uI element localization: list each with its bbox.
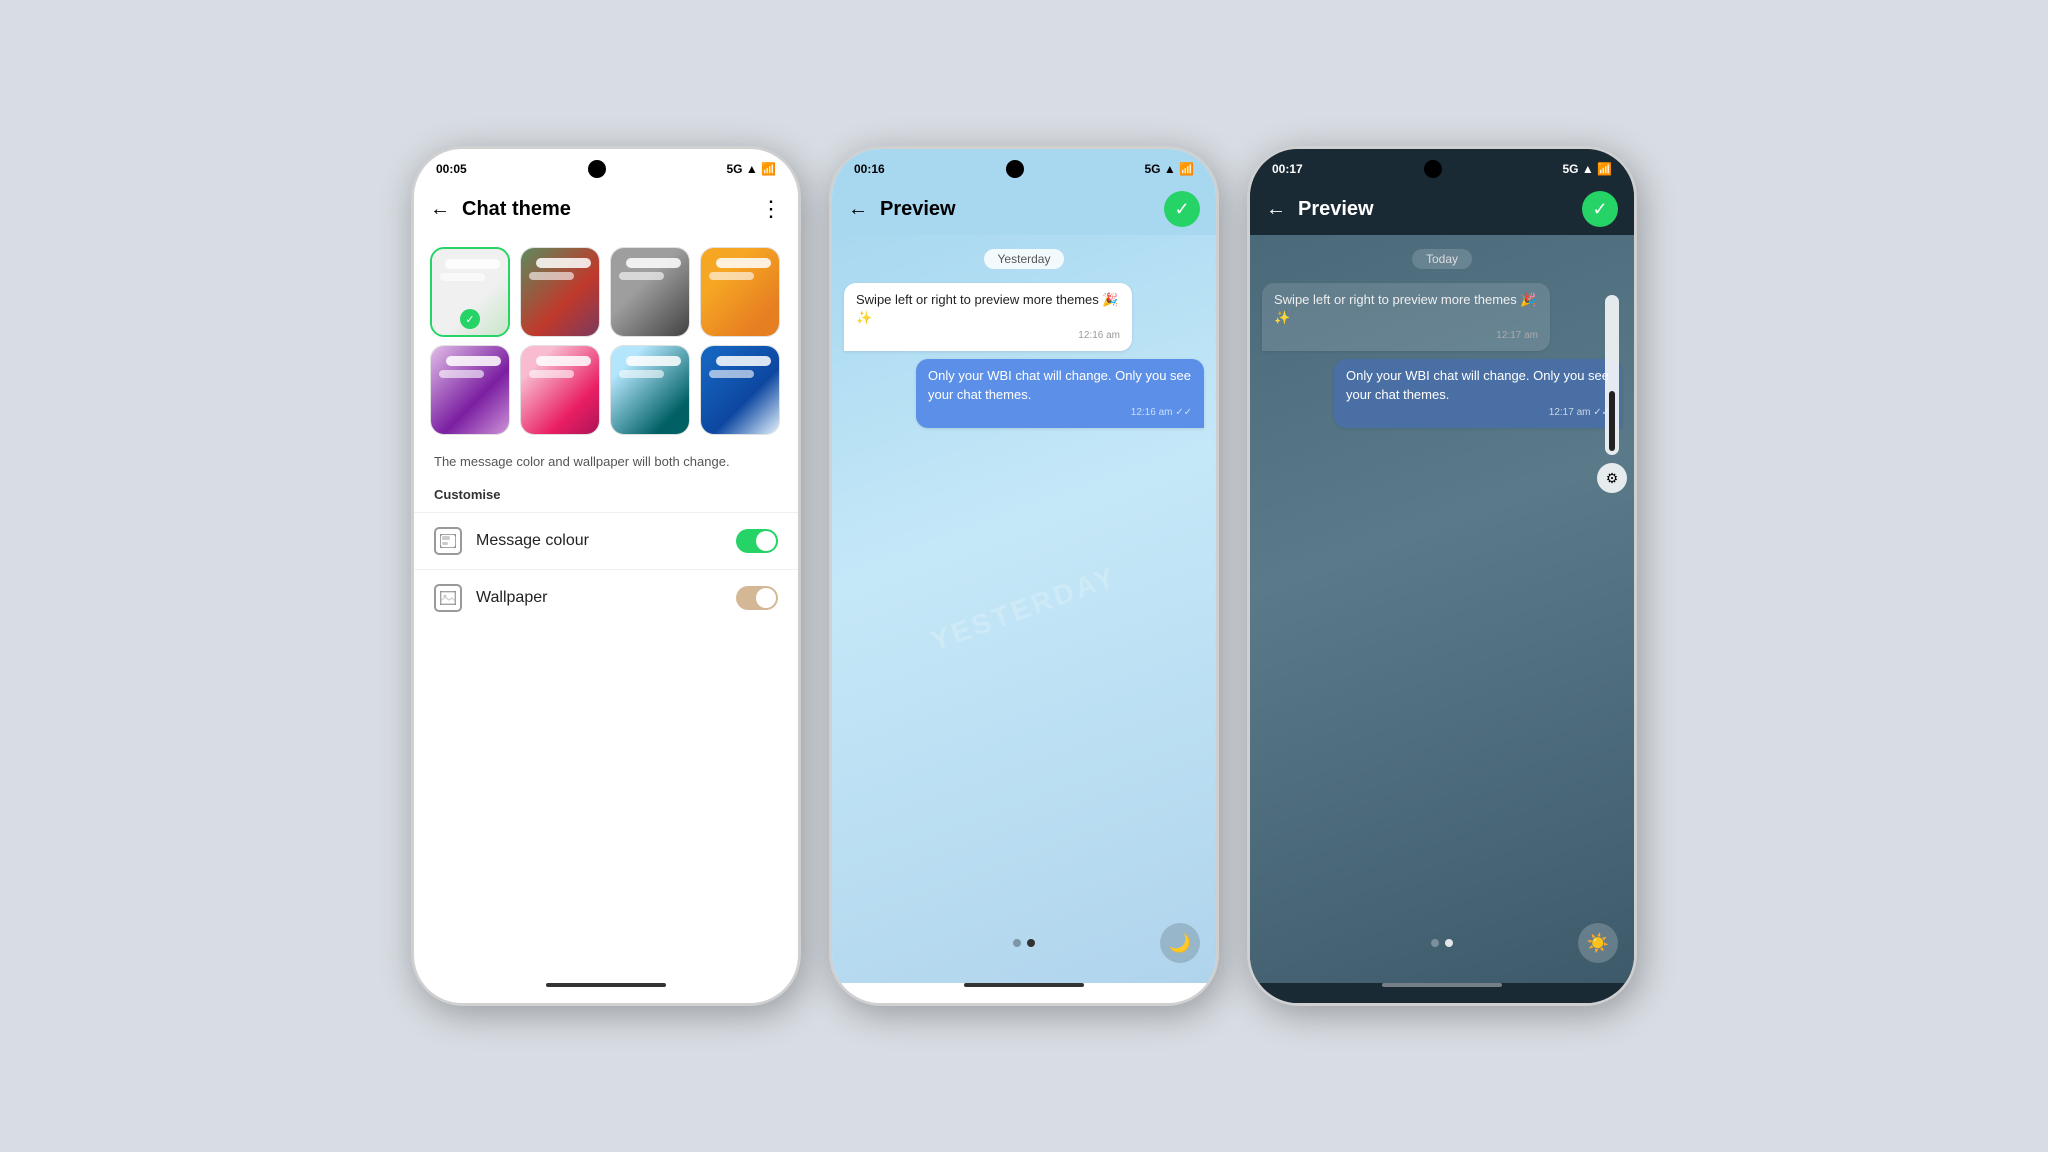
time-2: 00:16 <box>854 162 885 176</box>
wallpaper-label: Wallpaper <box>476 589 722 607</box>
back-button-2[interactable]: ← <box>848 198 868 221</box>
message-text-recv-2: Swipe left or right to preview more them… <box>856 292 1119 325</box>
message-colour-toggle[interactable] <box>736 529 778 553</box>
selected-check: ✓ <box>460 309 480 329</box>
time-1: 00:05 <box>436 162 467 176</box>
message-sent-2: Only your WBI chat will change. Only you… <box>916 359 1204 427</box>
notch-3 <box>1424 160 1442 178</box>
message-colour-icon <box>434 527 462 555</box>
home-bar-1 <box>546 983 666 987</box>
theme-thumb-1[interactable]: ✓ <box>430 247 510 337</box>
dot-active-3 <box>1445 939 1453 947</box>
dot-indicator-3 <box>1431 939 1453 947</box>
dot-inactive-2 <box>1013 939 1021 947</box>
message-recv-3: Swipe left or right to preview more them… <box>1262 283 1550 351</box>
confirm-button-3[interactable]: ✓ <box>1582 191 1618 227</box>
chat-area-3: Today Swipe left or right to preview mor… <box>1250 235 1634 436</box>
scroll-track-3[interactable] <box>1605 295 1619 455</box>
theme-thumb-7[interactable] <box>610 345 690 435</box>
message-text-sent-2: Only your WBI chat will change. Only you… <box>928 368 1191 401</box>
signal-icons-3: 5G ▲ 📶 <box>1562 162 1612 176</box>
menu-icon-1[interactable]: ⋮ <box>760 196 782 222</box>
home-bar-3 <box>1382 983 1502 987</box>
dark-mode-button-2[interactable]: 🌙 <box>1160 923 1200 963</box>
back-button-1[interactable]: ← <box>430 198 450 221</box>
date-chip-3: Today <box>1412 249 1472 269</box>
dot-indicator-2 <box>1013 939 1035 947</box>
theme-thumb-3[interactable] <box>610 247 690 337</box>
chat-area-2: Yesterday Swipe left or right to preview… <box>832 235 1216 436</box>
message-text-recv-3: Swipe left or right to preview more them… <box>1274 292 1537 325</box>
theme-thumb-8[interactable] <box>700 345 780 435</box>
top-bar-1: ← Chat theme ⋮ <box>414 183 798 235</box>
dot-inactive-3 <box>1431 939 1439 947</box>
bottom-bar-3: ☀️ <box>1250 911 1634 983</box>
bottom-bar-2: 🌙 <box>832 911 1216 983</box>
chat-background-3: Today Swipe left or right to preview mor… <box>1250 235 1634 983</box>
dot-active-2 <box>1027 939 1035 947</box>
status-bar-1: 00:05 5G ▲ 📶 <box>414 149 798 183</box>
message-text-sent-3: Only your WBI chat will change. Only you… <box>1346 368 1609 401</box>
notch-1 <box>588 160 606 178</box>
wallpaper-toggle[interactable] <box>736 586 778 610</box>
phone-3: 00:17 5G ▲ 📶 ← Preview ✓ Today Swipe lef… <box>1247 146 1637 1006</box>
home-bar-2 <box>964 983 1084 987</box>
brightness-icon-3[interactable]: ⚙ <box>1597 463 1627 493</box>
signal-icons-1: 5G ▲ 📶 <box>726 162 776 176</box>
wallpaper-icon <box>434 584 462 612</box>
phone-2: 00:16 5G ▲ 📶 ← Preview ✓ YESTERDAY Yeste… <box>829 146 1219 1006</box>
theme-thumb-6[interactable] <box>520 345 600 435</box>
message-recv-2: Swipe left or right to preview more them… <box>844 283 1132 351</box>
message-colour-row[interactable]: Message colour <box>414 512 798 569</box>
date-chip-2: Yesterday <box>984 249 1065 269</box>
customise-label: Customise <box>414 487 798 512</box>
theme-thumb-5[interactable] <box>430 345 510 435</box>
chat-background-2: YESTERDAY Yesterday Swipe left or right … <box>832 235 1216 983</box>
page-title-3: Preview <box>1298 198 1570 221</box>
status-bar-2: 00:16 5G ▲ 📶 <box>832 149 1216 183</box>
signal-icons-2: 5G ▲ 📶 <box>1144 162 1194 176</box>
scroll-thumb-3[interactable] <box>1609 391 1615 451</box>
back-button-3[interactable]: ← <box>1266 198 1286 221</box>
top-bar-3: ← Preview ✓ <box>1250 183 1634 235</box>
page-title-1: Chat theme <box>462 198 748 221</box>
page-title-2: Preview <box>880 198 1152 221</box>
wallpaper-row[interactable]: Wallpaper <box>414 569 798 626</box>
confirm-button-2[interactable]: ✓ <box>1164 191 1200 227</box>
time-3: 00:17 <box>1272 162 1303 176</box>
time-recv-2: 12:16 am <box>856 329 1120 343</box>
info-text: The message color and wallpaper will bot… <box>414 447 798 487</box>
theme-thumb-2[interactable] <box>520 247 600 337</box>
top-bar-2: ← Preview ✓ <box>832 183 1216 235</box>
time-sent-3: 12:17 am ✓✓ <box>1346 406 1610 420</box>
theme-grid: ✓ <box>414 235 798 447</box>
message-colour-label: Message colour <box>476 532 722 550</box>
theme-thumb-4[interactable] <box>700 247 780 337</box>
time-sent-2: 12:16 am ✓✓ <box>928 406 1192 420</box>
scroll-bar-3[interactable]: ⚙ <box>1598 295 1626 493</box>
time-recv-3: 12:17 am <box>1274 329 1538 343</box>
notch-2 <box>1006 160 1024 178</box>
status-bar-3: 00:17 5G ▲ 📶 <box>1250 149 1634 183</box>
light-mode-button-3[interactable]: ☀️ <box>1578 923 1618 963</box>
phone-1: 00:05 5G ▲ 📶 ← Chat theme ⋮ ✓ <box>411 146 801 1006</box>
message-sent-3: Only your WBI chat will change. Only you… <box>1334 359 1622 427</box>
